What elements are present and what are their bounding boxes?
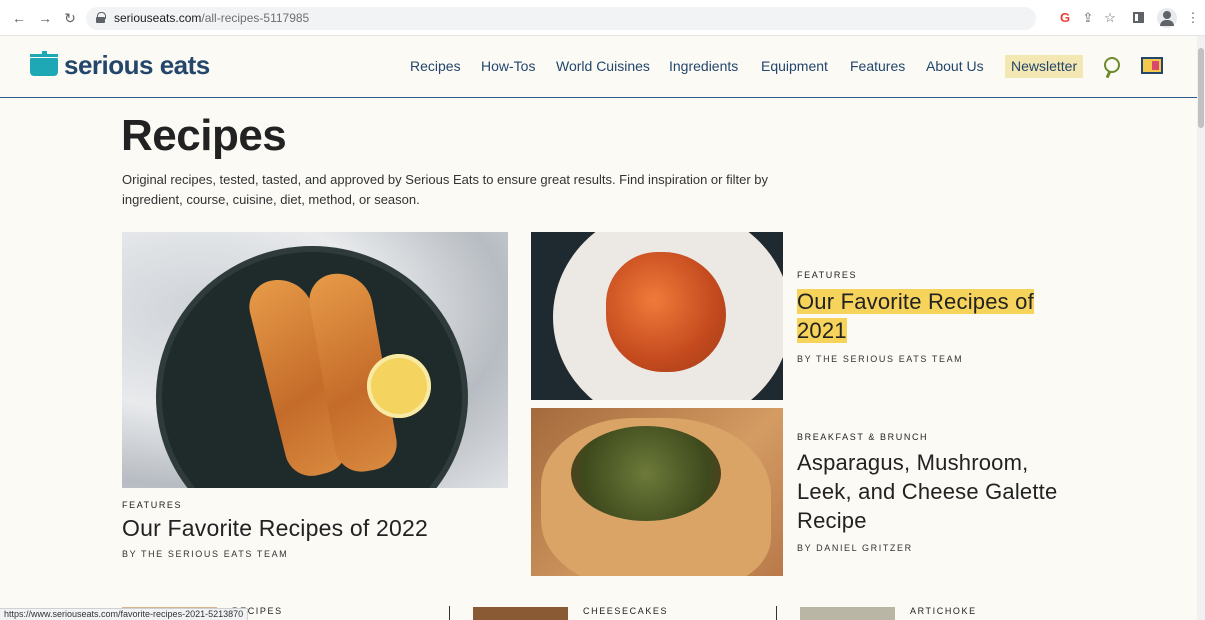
address-bar[interactable]: seriouseats.com/all-recipes-5117985 xyxy=(86,7,1036,30)
page-title: Recipes xyxy=(121,111,287,160)
card-3-title[interactable]: Asparagus, Mushroom, Leek, and Cheese Ga… xyxy=(797,448,1087,535)
card-1-title[interactable]: Our Favorite Recipes of 2022 xyxy=(122,515,428,542)
bottom-card-2-kicker[interactable]: CHEESECAKES xyxy=(583,606,668,616)
scrollbar-thumb[interactable] xyxy=(1198,48,1204,128)
nav-how-tos[interactable]: How-Tos xyxy=(481,58,535,74)
reload-icon[interactable]: ↻ xyxy=(61,9,79,27)
side-panel-icon[interactable] xyxy=(1133,12,1144,23)
back-arrow-icon[interactable]: ← xyxy=(10,9,28,27)
nav-about-us[interactable]: About Us xyxy=(926,58,984,74)
nav-world-cuisines[interactable]: World Cuisines xyxy=(556,58,650,74)
search-icon[interactable] xyxy=(1102,56,1122,78)
card-divider xyxy=(449,606,450,620)
card-3-kicker[interactable]: BREAKFAST & BRUNCH xyxy=(797,432,1087,442)
bottom-card-3-kicker[interactable]: ARTICHOKE xyxy=(910,606,977,616)
card-1-kicker[interactable]: FEATURES xyxy=(122,500,428,510)
card-2-title[interactable]: Our Favorite Recipes of 2021 xyxy=(797,287,1077,345)
nav-recipes[interactable]: Recipes xyxy=(410,58,461,74)
pot-logo-icon[interactable] xyxy=(30,51,58,76)
nav-ingredients[interactable]: Ingredients xyxy=(669,58,738,74)
card-1-byline: BY THE SERIOUS EATS TEAM xyxy=(122,549,289,559)
card-image-stew[interactable] xyxy=(531,232,783,400)
card-2-byline: BY THE SERIOUS EATS TEAM xyxy=(797,354,964,364)
share-icon[interactable]: ⇪ xyxy=(1079,9,1097,27)
card-3-byline: BY DANIEL GRITZER xyxy=(797,543,913,553)
lock-icon xyxy=(96,12,106,23)
card-image-fish[interactable] xyxy=(122,232,508,488)
page-description: Original recipes, tested, tasted, and ap… xyxy=(122,172,769,207)
newsletter-button[interactable]: Newsletter xyxy=(1005,55,1084,78)
google-icon[interactable]: G xyxy=(1056,9,1074,27)
card-image-galette[interactable] xyxy=(531,408,783,576)
forward-arrow-icon[interactable]: → xyxy=(36,9,54,27)
bottom-card-3-image[interactable] xyxy=(800,607,895,620)
card-2[interactable]: FEATURES Our Favorite Recipes of 2021 BY… xyxy=(797,270,1077,364)
card-1[interactable]: FEATURES Our Favorite Recipes of 2022 BY… xyxy=(122,500,428,559)
bottom-card-2-image[interactable] xyxy=(473,607,568,620)
browser-toolbar: ← → ↻ seriouseats.com/all-recipes-511798… xyxy=(0,0,1205,36)
page-scrollbar[interactable] xyxy=(1197,36,1205,620)
card-3[interactable]: BREAKFAST & BRUNCH Asparagus, Mushroom, … xyxy=(797,432,1087,553)
status-bar-url: https://www.seriouseats.com/favorite-rec… xyxy=(0,608,249,620)
nav-features[interactable]: Features xyxy=(850,58,905,74)
nav-equipment[interactable]: Equipment xyxy=(761,58,828,74)
site-header: serious eats Recipes How-Tos World Cuisi… xyxy=(0,36,1197,98)
profile-icon[interactable] xyxy=(1157,8,1177,28)
card-2-kicker[interactable]: FEATURES xyxy=(797,270,1077,280)
card-divider xyxy=(776,606,777,620)
star-icon[interactable]: ☆ xyxy=(1101,9,1119,27)
site-logo[interactable]: serious eats xyxy=(64,50,210,81)
url-text: seriouseats.com/all-recipes-5117985 xyxy=(114,11,310,25)
magazine-icon[interactable] xyxy=(1141,57,1163,74)
menu-dots-icon[interactable]: ⋮ xyxy=(1184,9,1202,27)
